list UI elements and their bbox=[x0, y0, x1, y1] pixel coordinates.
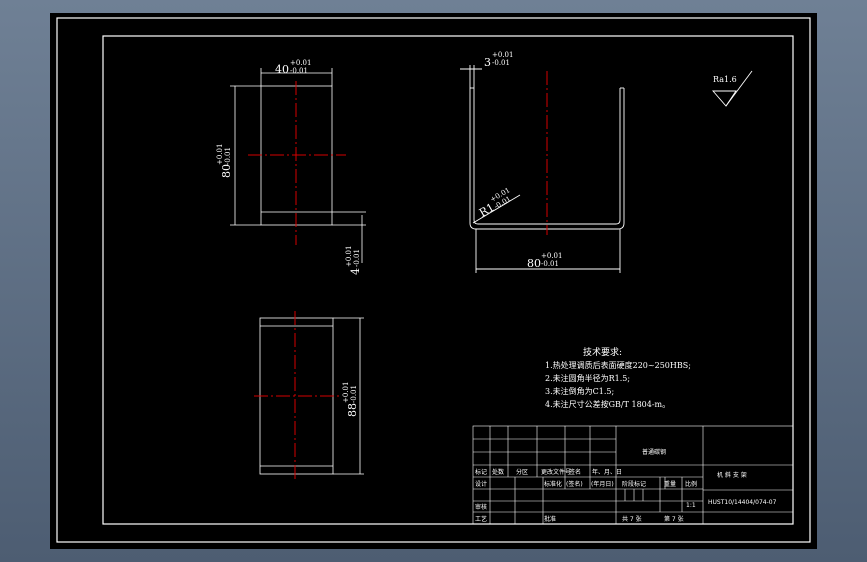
side-width-nominal: 80 bbox=[527, 257, 541, 270]
tb-process: 工艺 bbox=[475, 515, 487, 523]
tb-label-mark: 标记 bbox=[475, 468, 487, 476]
front-thick-nominal: 4 bbox=[349, 268, 362, 275]
top-len-label: 88 +0.01 -0.01 bbox=[342, 382, 359, 417]
cad-drawing: 40 +0.01 -0.01 80 +0.01 -0.01 4 +0.01 -0… bbox=[56, 17, 811, 543]
tb-label-sign: 签名 bbox=[569, 468, 581, 476]
tech-req-item-2: 2.未注圆角半径为R1.5; bbox=[545, 373, 630, 383]
outer-border bbox=[56, 17, 811, 543]
tb-date-placeholder: (年月日) bbox=[591, 480, 614, 488]
front-height-tol-lower: -0.01 bbox=[224, 147, 232, 165]
front-thick-tol-lower: -0.01 bbox=[353, 249, 361, 267]
front-view bbox=[230, 68, 366, 263]
top-centerlines bbox=[254, 311, 340, 481]
front-thick-tol-upper: +0.01 bbox=[345, 246, 353, 267]
tb-drawing-no: HUST10/14404/074-07 bbox=[708, 499, 777, 506]
tech-req-item-4: 4.未注尺寸公差按GB/T 1804-m。 bbox=[545, 399, 670, 409]
tb-stage: 阶段标记 bbox=[622, 480, 646, 488]
tb-scale-value: 1:1 bbox=[686, 502, 696, 509]
side-view bbox=[460, 65, 625, 273]
tb-sheets-num: 第 7 张 bbox=[664, 515, 684, 523]
tb-label-change-doc: 更改文件号 bbox=[541, 468, 571, 476]
top-len-tol-lower: -0.01 bbox=[350, 385, 358, 403]
top-len-tol-upper: +0.01 bbox=[342, 382, 350, 403]
front-height-label: 80 +0.01 -0.01 bbox=[216, 144, 233, 178]
tb-approve: 批准 bbox=[544, 515, 556, 523]
front-width-nominal: 40 bbox=[275, 63, 289, 76]
front-centerlines bbox=[248, 81, 346, 245]
side-thick-tol-upper: +0.01 bbox=[492, 51, 513, 59]
tech-req-title: 技术要求: bbox=[583, 346, 622, 358]
front-height-tol-upper: +0.01 bbox=[216, 144, 224, 165]
tb-standardize: 标准化 bbox=[544, 480, 562, 488]
roughness-value: Ra1.6 bbox=[713, 75, 737, 84]
tb-signature: (签名) bbox=[566, 480, 583, 488]
front-width-tol-lower: -0.01 bbox=[290, 67, 308, 75]
side-thick-tol-lower: -0.01 bbox=[492, 59, 510, 67]
tech-req-item-3: 3.未注倒角为C1.5; bbox=[545, 386, 614, 396]
side-width-tol-lower: -0.01 bbox=[541, 260, 559, 268]
side-thick-nominal: 3 bbox=[484, 56, 491, 69]
inner-border bbox=[102, 35, 794, 525]
side-radius-label: R1 +0.01 -0.01 bbox=[477, 186, 512, 219]
tb-scale: 比例 bbox=[685, 480, 697, 488]
tb-review: 审核 bbox=[475, 503, 487, 511]
tb-weight: 重量 bbox=[664, 480, 676, 488]
tb-label-zone: 分区 bbox=[516, 468, 528, 476]
front-height-nominal: 80 bbox=[220, 164, 233, 178]
drawing-canvas: 40 +0.01 -0.01 80 +0.01 -0.01 4 +0.01 -0… bbox=[50, 13, 817, 549]
side-width-tol-upper: +0.01 bbox=[541, 252, 562, 260]
tech-req-item-1: 1.热处理调质后表面硬度220~250HBS; bbox=[545, 360, 691, 370]
tb-material: 普通碳钢 bbox=[642, 448, 666, 456]
top-len-nominal: 88 bbox=[346, 403, 359, 417]
tb-sheets-total: 共 7 张 bbox=[622, 515, 642, 523]
front-width-tol-upper: +0.01 bbox=[290, 59, 311, 67]
tb-design: 设计 bbox=[475, 480, 487, 488]
front-thick-label: 4 +0.01 -0.01 bbox=[345, 246, 362, 275]
tb-label-date: 年、月、日 bbox=[592, 468, 622, 476]
tb-part-name: 机 斜 支 架 bbox=[717, 471, 747, 479]
tb-label-count: 处数 bbox=[492, 468, 504, 476]
